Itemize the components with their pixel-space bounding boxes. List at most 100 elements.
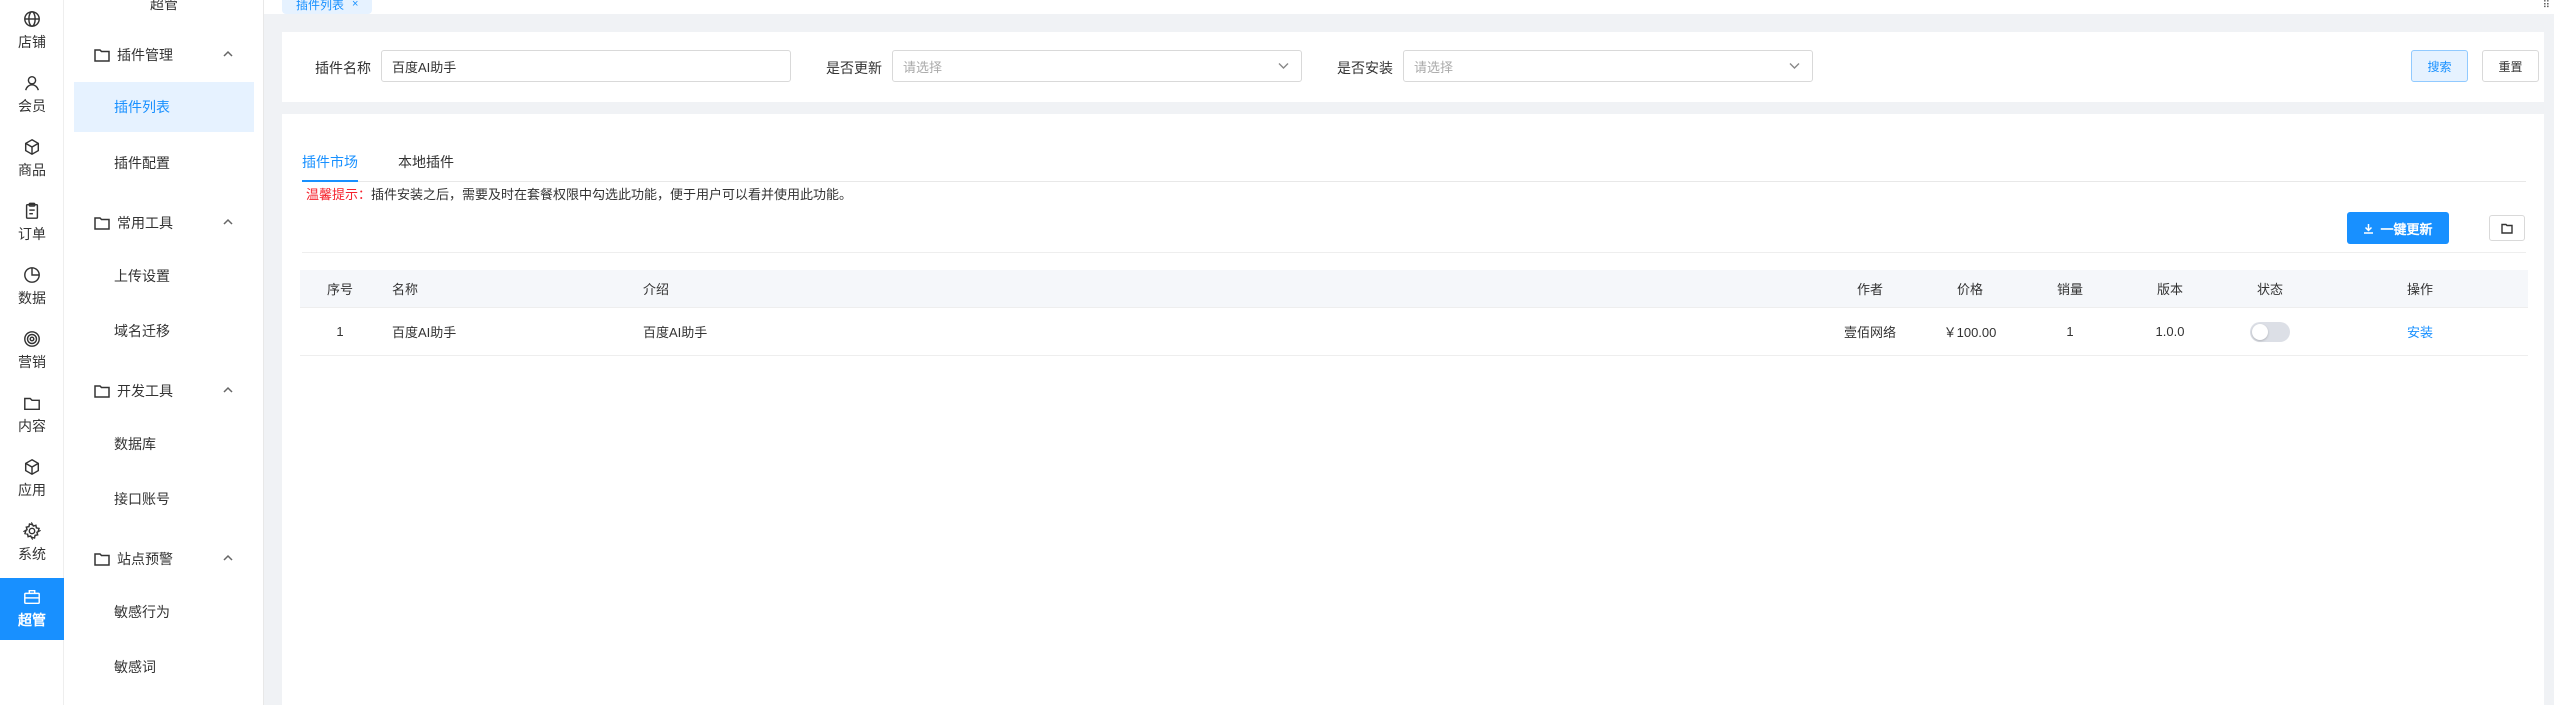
plugin-name-value: 百度AI助手 (392, 59, 457, 75)
is-install-placeholder: 请选择 (1414, 59, 1454, 75)
folder-icon (94, 49, 110, 62)
install-notice: 温馨提示：插件安装之后，需要及时在套餐权限中勾选此功能，便于用户可以看并使用此功… (306, 184, 852, 203)
rail-item-system[interactable]: 系统 (0, 512, 64, 574)
rail-label: 系统 (18, 546, 46, 562)
rail-item-marketing[interactable]: 营销 (0, 320, 64, 382)
menu-item-label: 插件配置 (114, 155, 170, 171)
clipboard-icon (25, 202, 39, 219)
menu-item-sensitive-behavior[interactable]: 敏感行为 (74, 587, 254, 637)
search-button-label: 搜索 (2427, 59, 2452, 74)
rail-label: 内容 (18, 418, 46, 434)
rail-item-goods[interactable]: 商品 (0, 128, 64, 190)
menu-group-label: 开发工具 (117, 383, 173, 399)
rail-label: 订单 (18, 226, 46, 242)
is-update-placeholder: 请选择 (903, 59, 943, 75)
tab-plugin-market[interactable]: 插件市场 (302, 152, 358, 182)
tab-plugin-list[interactable]: 插件列表 × (282, 0, 373, 14)
chevron-up-icon (223, 218, 233, 225)
menu-item-label: 上传设置 (114, 268, 170, 284)
menu-item-upload-settings[interactable]: 上传设置 (74, 251, 254, 301)
is-install-select[interactable]: 请选择 (1403, 50, 1813, 82)
search-panel: 插件名称 百度AI助手 是否更新 请选择 是否安装 请选择 搜索 重置 (282, 32, 2544, 102)
menu-item-label: 接口账号 (114, 491, 170, 507)
divider (302, 252, 2526, 253)
chart-icon (24, 267, 40, 283)
menu-group-tools[interactable]: 常用工具 (64, 203, 264, 243)
rail-item-data[interactable]: 数据 (0, 256, 64, 318)
is-install-label: 是否安装 (1337, 60, 1393, 76)
folder-icon (94, 553, 110, 566)
open-folder-button[interactable] (2489, 215, 2525, 241)
rail-label: 会员 (18, 98, 46, 114)
row-intro: 百度AI助手 (643, 325, 708, 340)
plugin-name-label: 插件名称 (315, 60, 371, 76)
rail-label: 应用 (18, 482, 46, 498)
menu-item-api-account[interactable]: 接口账号 (74, 474, 254, 524)
menu-item-sensitive-words[interactable]: 敏感词 (74, 642, 254, 692)
menu-group-label: 常用工具 (117, 215, 173, 231)
reset-button-label: 重置 (2498, 59, 2523, 74)
reset-button[interactable]: 重置 (2482, 50, 2539, 82)
table-header: 序号 名称 介绍 作者 价格 销量 版本 状态 操作 (300, 270, 2528, 308)
row-author: 壹佰网络 (1843, 325, 1896, 340)
chevron-up-icon (223, 554, 233, 561)
menu-item-database[interactable]: 数据库 (74, 419, 254, 469)
menu-item-label: 敏感词 (114, 659, 156, 675)
rail-item-content[interactable]: 内容 (0, 384, 64, 446)
download-icon (2364, 223, 2374, 234)
main-panel: 插件市场 本地插件 温馨提示：插件安装之后，需要及时在套餐权限中勾选此功能，便于… (282, 114, 2544, 705)
rail-label: 商品 (18, 162, 46, 178)
user-icon (25, 75, 39, 91)
rail-item-member[interactable]: 会员 (0, 64, 64, 126)
col-name: 名称 (392, 282, 419, 297)
rail-label: 营销 (18, 354, 46, 370)
menu-group-devtools[interactable]: 开发工具 (64, 371, 264, 411)
rail-item-order[interactable]: 订单 (0, 192, 64, 254)
search-button[interactable]: 搜索 (2411, 50, 2468, 82)
menu-item-plugin-config[interactable]: 插件配置 (74, 138, 254, 188)
col-index: 序号 (326, 282, 353, 297)
box-icon (24, 138, 40, 156)
col-sales: 销量 (2056, 282, 2083, 297)
menu-item-plugin-list[interactable]: 插件列表 (74, 82, 254, 132)
chevron-up-icon (223, 386, 233, 393)
secondary-menu: 超管 插件管理 插件列表 插件配置 常用工具 上传设置 域名迁移 开发工具 数据… (64, 0, 264, 705)
row-version: 1.0.0 (2155, 324, 2185, 339)
is-update-label: 是否更新 (826, 60, 882, 76)
rail-label: 数据 (18, 290, 46, 306)
menu-title: 超管 (150, 0, 178, 12)
tab-label: 插件列表 (296, 0, 345, 12)
row-action-cell: 安装 (2380, 308, 2460, 355)
status-toggle[interactable] (2250, 321, 2290, 342)
rail-item-shop[interactable]: 店铺 (0, 0, 64, 62)
tab-strip: 插件列表 × ⠿ (264, 0, 2554, 14)
col-intro: 介绍 (643, 282, 670, 297)
chevron-down-icon (1789, 63, 1800, 69)
is-update-select[interactable]: 请选择 (892, 50, 1302, 82)
grid-icon[interactable]: ⠿ (2543, 0, 2550, 11)
col-price: 价格 (1956, 282, 1983, 297)
rail-item-superadmin[interactable]: 超管 (0, 578, 64, 640)
install-link[interactable]: 安装 (2407, 322, 2433, 341)
tab-local-plugins[interactable]: 本地插件 (398, 152, 454, 180)
menu-item-label: 敏感行为 (114, 604, 170, 620)
row-price: ￥100.00 (1943, 325, 1997, 340)
plugin-name-input[interactable]: 百度AI助手 (381, 50, 791, 82)
col-status: 状态 (2256, 282, 2283, 297)
menu-item-domain-migration[interactable]: 域名迁移 (74, 306, 254, 356)
rail-label: 超管 (18, 612, 46, 628)
close-icon[interactable]: × (352, 0, 358, 10)
gear-icon (23, 522, 41, 540)
row-index: 1 (336, 324, 344, 339)
menu-group-site-warning[interactable]: 站点预警 (64, 539, 264, 579)
rail-item-app[interactable]: 应用 (0, 448, 64, 510)
toggle-knob (2252, 323, 2268, 340)
globe-icon (24, 11, 40, 27)
menu-group-plugin[interactable]: 插件管理 (64, 35, 264, 75)
menu-group-label: 插件管理 (117, 47, 173, 63)
folder-icon (94, 385, 110, 398)
folder-icon (2501, 223, 2513, 234)
app-rail: 店铺 会员 商品 订单 数据 营销 内容 应用 系统 超管 (0, 0, 64, 705)
cube-icon (24, 458, 40, 476)
one-click-update-button[interactable]: 一键更新 (2347, 212, 2449, 244)
